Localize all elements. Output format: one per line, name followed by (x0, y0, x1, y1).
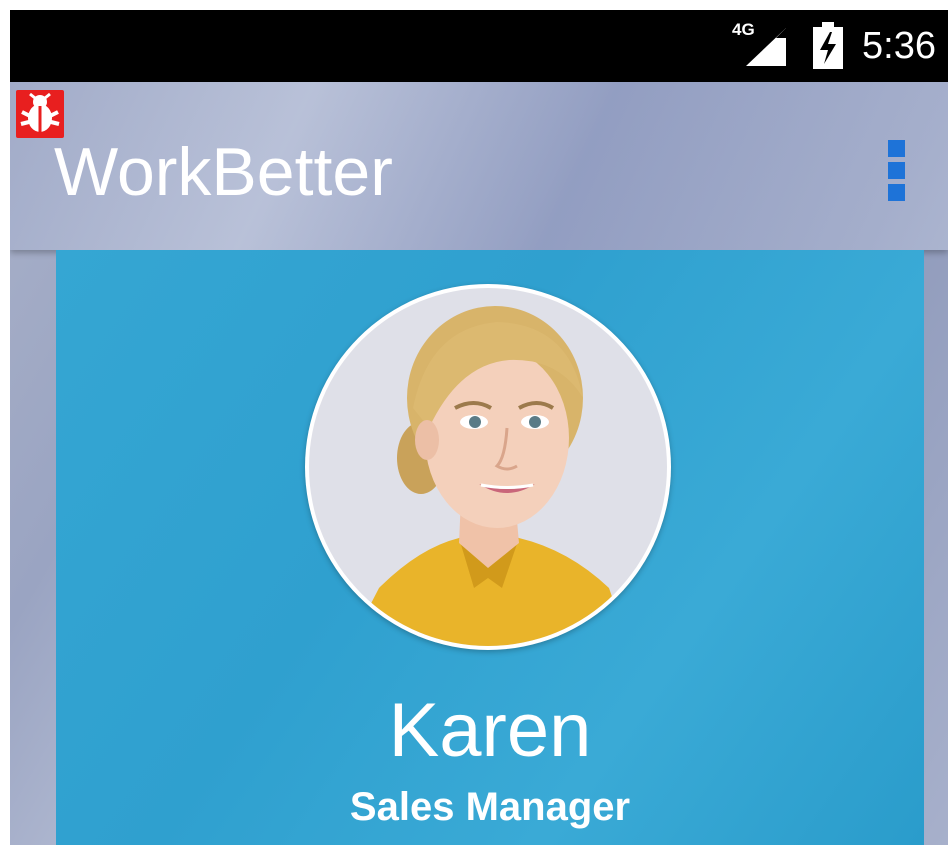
app-bar: WorkBetter (10, 82, 948, 250)
overflow-menu-dot (888, 162, 905, 179)
profile-card: Karen Sales Manager (56, 250, 924, 845)
profile-role: Sales Manager (349, 785, 631, 829)
app-title: WorkBetter (54, 134, 393, 210)
signal-icon (746, 28, 786, 66)
battery-charging-icon (810, 22, 846, 70)
overflow-menu-icon (888, 140, 905, 157)
avatar[interactable] (305, 284, 671, 650)
overflow-menu-dot (888, 184, 905, 201)
status-bar: 4G 5:36 (10, 10, 948, 82)
network-indicator: 4G (732, 20, 788, 70)
avatar-photo (309, 288, 667, 646)
status-time: 5:36 (862, 25, 936, 67)
overflow-menu-button[interactable] (882, 132, 910, 204)
profile-name: Karen (388, 688, 592, 773)
bug-icon (16, 90, 64, 138)
phone-screen: 4G 5:36 WorkBetter Karen Sales Manager (10, 10, 948, 845)
